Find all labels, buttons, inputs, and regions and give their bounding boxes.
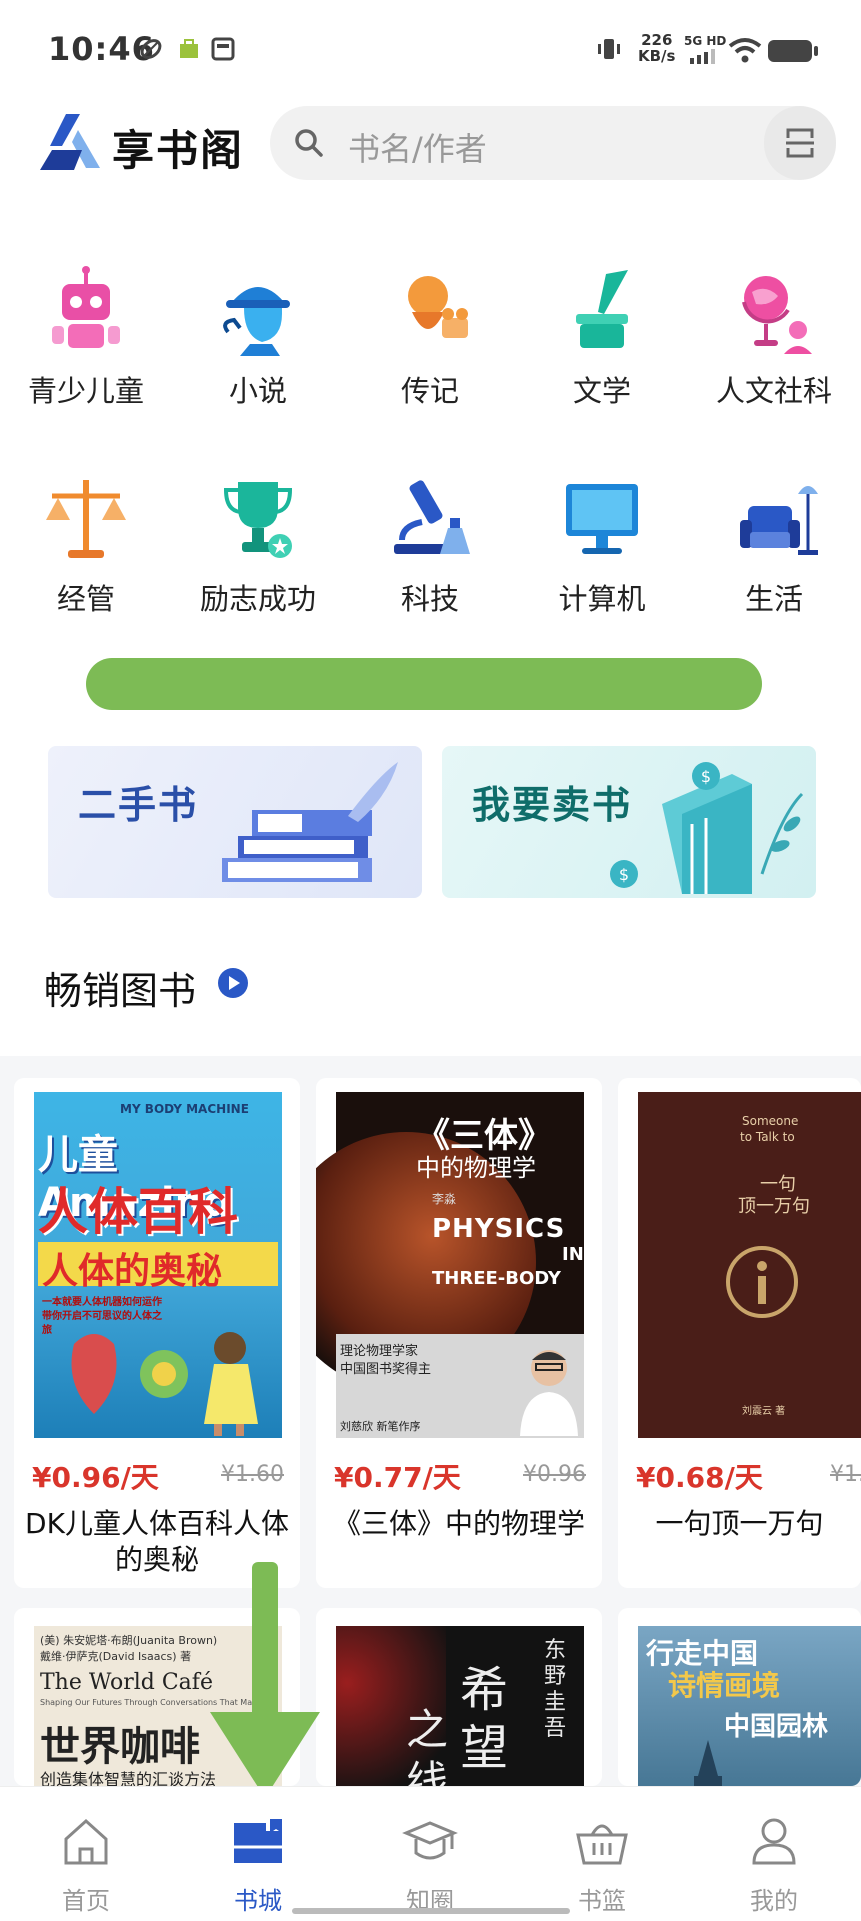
category-literature[interactable]: 文学 <box>516 262 688 410</box>
nav-circle[interactable]: 知圈 <box>344 1787 516 1921</box>
banner-title: 二手书 <box>78 783 199 827</box>
category-technology[interactable]: 科技 <box>344 470 516 618</box>
bag-status-icon <box>180 39 198 58</box>
robot-icon <box>52 266 120 348</box>
inbox-status-icon <box>211 37 235 61</box>
book-card[interactable]: MY BODY MACHINE 儿童Amazing 人体百科 人体的奥秘 一本就… <box>14 1078 300 1588</box>
book-cover-image: 东野圭吾 希 望 之 线 <box>336 1626 584 1786</box>
book-card[interactable]: 《三体》 中的物理学 李淼 PHYSICS IN THREE-BODY 理论物理… <box>316 1078 602 1588</box>
home-icon <box>64 1818 108 1865</box>
scan-icon <box>786 128 814 158</box>
category-management[interactable]: 经管 <box>0 470 172 618</box>
book-title: 一句顶一万句 <box>655 1507 824 1540</box>
detective-icon <box>223 287 290 356</box>
book-cover-image: MY BODY MACHINE 儿童Amazing 人体百科 人体的奥秘 一本就… <box>34 1092 282 1438</box>
leaf-status-icon <box>140 39 162 59</box>
category-computer[interactable]: 计算机 <box>516 470 688 618</box>
book-card[interactable]: 东野圭吾 希 望 之 线 <box>316 1608 602 1786</box>
category-life[interactable]: 生活 <box>688 470 860 618</box>
svg-text:$: $ <box>701 767 711 786</box>
promo-bar[interactable] <box>86 658 762 710</box>
basket-icon <box>576 1824 628 1865</box>
book-title: 《三体》中的物理学 <box>332 1507 585 1540</box>
ink-pen-icon <box>576 270 628 348</box>
rental-price: ¥0.96/天 <box>32 1461 159 1494</box>
book-card[interactable]: Someone to Talk to 一句 顶一万句 刘震云 著 ¥0.68/天… <box>618 1078 861 1588</box>
sell-books-banner[interactable]: 我要卖书 $ $ <box>442 746 816 898</box>
nav-label: 我的 <box>750 1887 798 1915</box>
battery-icon <box>768 40 818 62</box>
bottom-nav: 首页 书城 知圈 书篮 我的 <box>0 1786 861 1921</box>
scan-button[interactable] <box>764 106 836 180</box>
category-humanities[interactable]: 人文社科 <box>688 262 860 410</box>
scales-icon <box>46 480 126 558</box>
category-biography[interactable]: 传记 <box>344 262 516 410</box>
status-bar: 10:46 226 KB/s 5G HD <box>0 0 861 90</box>
nav-bookstore[interactable]: 书城 <box>172 1787 344 1921</box>
vibrate-icon <box>598 39 620 59</box>
app-brand-title: 享书阁 <box>112 126 245 175</box>
nav-home[interactable]: 首页 <box>0 1787 172 1921</box>
microscope-icon <box>394 480 470 554</box>
search-input[interactable]: 书名/作者 <box>348 124 487 170</box>
book-stack-illustration <box>222 762 398 882</box>
bookstore-icon <box>234 1819 282 1863</box>
network-type: 5G HD <box>684 34 727 48</box>
book-cover-image: 行走中国 诗情画境 中国园林 <box>638 1626 861 1786</box>
search-bar[interactable]: 书名/作者 <box>270 106 832 180</box>
category-label: 经管 <box>56 582 115 616</box>
category-label: 小说 <box>228 374 287 408</box>
sell-books-illustration: $ $ <box>610 762 804 894</box>
category-label: 励志成功 <box>199 582 316 616</box>
book-cover-image: Someone to Talk to 一句 顶一万句 刘震云 著 <box>638 1092 861 1438</box>
graduation-cap-icon <box>402 1821 458 1860</box>
home-indicator[interactable] <box>292 1908 570 1914</box>
annotation-arrow-icon <box>210 1562 320 1798</box>
app-logo-icon <box>40 114 100 170</box>
category-children[interactable]: 青少儿童 <box>0 262 172 410</box>
trophy-icon <box>223 482 293 558</box>
play-arrow-icon[interactable] <box>218 968 248 998</box>
secondhand-books-banner[interactable]: 二手书 <box>48 746 422 898</box>
user-icon <box>752 1818 796 1865</box>
signal-icon <box>690 49 715 64</box>
category-label: 科技 <box>400 582 459 616</box>
category-label: 生活 <box>744 582 803 616</box>
wifi-icon <box>728 38 762 63</box>
rental-price: ¥0.77/天 <box>334 1461 461 1494</box>
rental-price: ¥0.68/天 <box>636 1461 763 1494</box>
section-title-bestsellers: 畅销图书 <box>44 969 197 1013</box>
globe-icon <box>742 276 812 354</box>
category-inspiration[interactable]: 励志成功 <box>172 470 344 618</box>
network-speed: 226 KB/s <box>638 31 676 65</box>
original-price: ¥1.60 <box>221 1462 284 1487</box>
category-label: 计算机 <box>558 582 646 616</box>
nav-basket[interactable]: 书篮 <box>516 1787 688 1921</box>
book-card[interactable]: 行走中国 诗情画境 中国园林 <box>618 1608 861 1786</box>
nav-label: 首页 <box>62 1887 110 1915</box>
category-novel[interactable]: 小说 <box>172 262 344 410</box>
original-price: ¥1. <box>830 1462 861 1487</box>
category-label: 青少儿童 <box>27 374 144 408</box>
category-label: 文学 <box>572 374 631 408</box>
original-price: ¥0.96 <box>523 1462 586 1487</box>
book-cover-image: 《三体》 中的物理学 李淼 PHYSICS IN THREE-BODY 理论物理… <box>316 1092 584 1438</box>
search-icon <box>295 129 323 157</box>
armchair-icon <box>740 486 818 555</box>
nav-profile[interactable]: 我的 <box>688 1787 860 1921</box>
portrait-icon <box>408 276 468 338</box>
category-label: 人文社科 <box>715 374 832 408</box>
svg-text:$: $ <box>619 865 629 884</box>
monitor-icon <box>566 484 638 554</box>
category-label: 传记 <box>400 374 459 408</box>
